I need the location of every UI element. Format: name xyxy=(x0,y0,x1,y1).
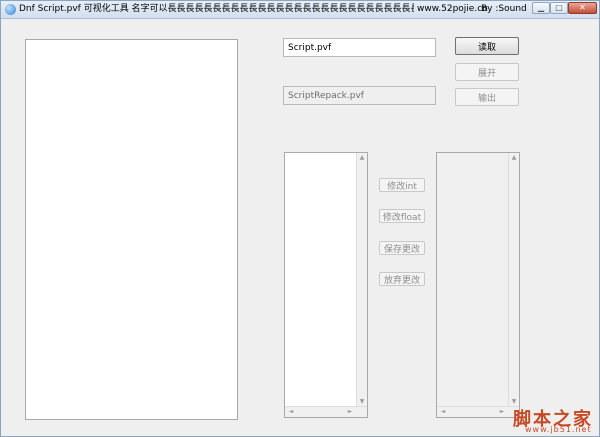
value-scroll-left-icon[interactable]: ◄ xyxy=(438,408,448,416)
export-button[interactable]: 输出 xyxy=(455,88,519,106)
value-scroll-right-icon[interactable]: ► xyxy=(497,408,507,416)
entry-list-hscroll[interactable]: ◄ ► xyxy=(285,406,367,417)
read-button[interactable]: 读取 xyxy=(455,37,519,55)
export-button-label: 输出 xyxy=(477,93,496,104)
title-url: www.52pojie.cn xyxy=(417,4,488,14)
scroll-left-icon[interactable]: ◄ xyxy=(286,408,296,416)
file-tree-panel[interactable] xyxy=(25,39,238,420)
read-button-label: 读取 xyxy=(477,42,496,53)
app-window: Dnf Script.pvf 可视化工具 名字可以長長長長長長長長長長長長長長長… xyxy=(0,0,600,437)
entry-list-vscroll[interactable]: ▲ ▼ xyxy=(356,153,367,407)
modify-float-button[interactable]: 修改float xyxy=(379,209,425,223)
scroll-up-icon[interactable]: ▲ xyxy=(357,154,367,162)
maximize-button[interactable]: □ xyxy=(550,2,568,14)
value-list-hscroll[interactable]: ◄ ► xyxy=(437,406,519,417)
minimize-button[interactable]: ▁ xyxy=(532,2,550,14)
title-author: By :Sound xyxy=(481,4,527,14)
output-file-input[interactable] xyxy=(283,86,436,105)
value-scroll-up-icon[interactable]: ▲ xyxy=(509,154,519,162)
modify-int-label: 修改int xyxy=(387,181,417,192)
expand-button[interactable]: 展开 xyxy=(455,63,519,81)
entry-list-panel[interactable]: ▲ ▼ ◄ ► xyxy=(284,152,368,418)
scroll-down-icon[interactable]: ▼ xyxy=(357,398,367,406)
source-file-input[interactable] xyxy=(283,38,436,57)
window-title: Dnf Script.pvf 可视化工具 名字可以長長長長長長長長長長長長長長長… xyxy=(19,4,414,14)
app-icon xyxy=(5,4,16,15)
save-changes-label: 保存更改 xyxy=(383,244,420,255)
watermark-site: www.jb51.net xyxy=(525,425,592,434)
discard-changes-label: 放弃更改 xyxy=(383,275,420,286)
discard-changes-button[interactable]: 放弃更改 xyxy=(379,272,425,286)
modify-float-label: 修改float xyxy=(382,212,422,223)
expand-button-label: 展开 xyxy=(477,68,496,79)
maximize-icon: □ xyxy=(555,3,563,12)
close-icon: ✕ xyxy=(579,3,586,12)
value-list-vscroll[interactable]: ▲ ▼ xyxy=(508,153,519,407)
minimize-icon: ▁ xyxy=(537,3,545,12)
save-changes-button[interactable]: 保存更改 xyxy=(379,241,425,255)
title-bar[interactable]: Dnf Script.pvf 可视化工具 名字可以長長長長長長長長長長長長長長長… xyxy=(1,1,599,19)
value-list-panel[interactable]: ▲ ▼ ◄ ► xyxy=(436,152,520,418)
close-button[interactable]: ✕ xyxy=(568,2,597,14)
scroll-right-icon[interactable]: ► xyxy=(345,408,355,416)
modify-int-button[interactable]: 修改int xyxy=(379,178,425,192)
